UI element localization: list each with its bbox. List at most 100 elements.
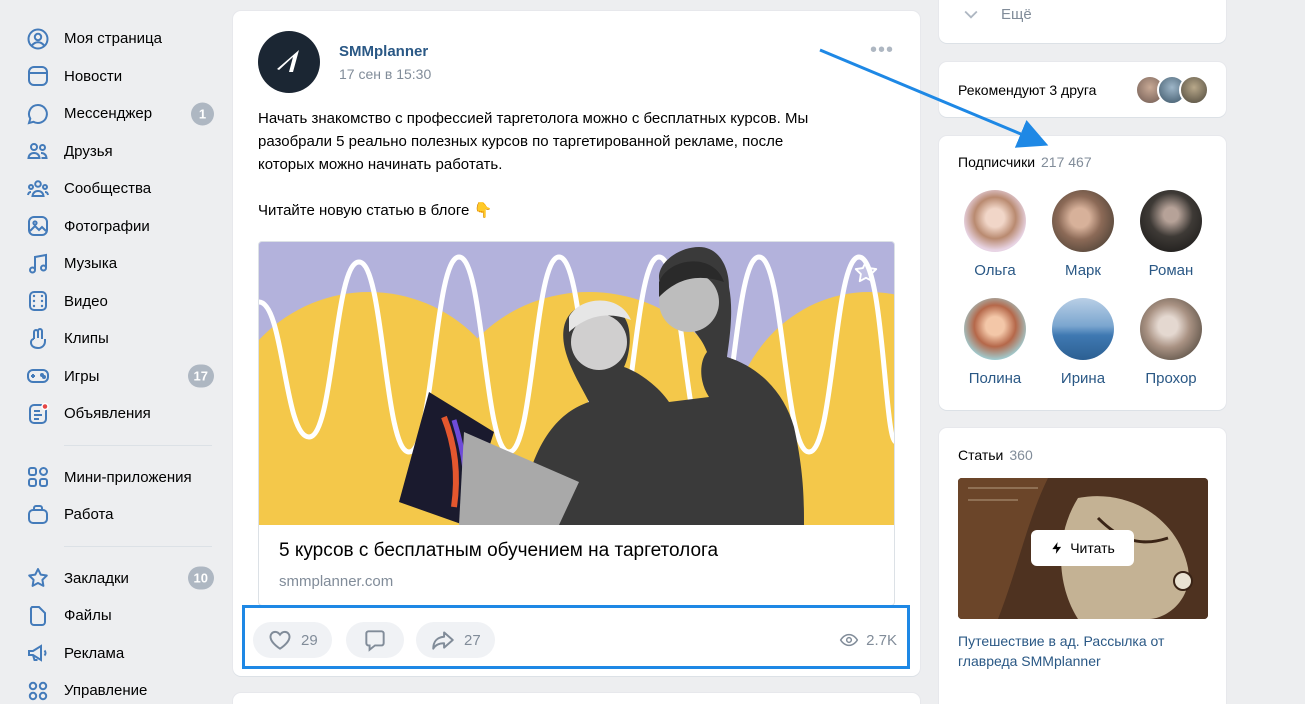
author-avatar[interactable] <box>258 31 320 93</box>
heart-icon <box>269 630 291 650</box>
article-title-link[interactable]: Путешествие в ад. Рассылка от главреда S… <box>958 631 1218 671</box>
subscribers-title-text: Подписчики <box>958 154 1036 170</box>
articles-block: Статьи 360 Читать Путешествие в ад. Рассы… <box>939 428 1226 704</box>
recommend-label: Рекомендуют 3 друга <box>958 82 1097 98</box>
sidebar-item-label: Реклама <box>64 644 125 662</box>
more-options-icon[interactable]: ••• <box>870 40 894 60</box>
article-cover[interactable]: Читать <box>958 478 1208 619</box>
articles-title[interactable]: Статьи 360 <box>958 447 1033 463</box>
sidebar-item-label: Объявления <box>64 405 151 423</box>
post-actions-highlight: 29 27 2.7K <box>242 605 910 669</box>
sidebar-item-label: Управление <box>64 682 148 700</box>
link-snippet[interactable]: 5 курсов с бесплатным обучением на тарге… <box>258 241 895 606</box>
sidebar-item-label: Новости <box>64 67 123 85</box>
sidebar-item-label: Видео <box>64 292 108 310</box>
subscriber-name: Роман <box>1148 262 1194 279</box>
subscriber-name: Марк <box>1065 262 1101 279</box>
sidebar-item-video[interactable]: Видео <box>24 283 224 321</box>
post-text-line: которых можно начинать работать. <box>258 156 503 173</box>
subscriber-name: Полина <box>968 370 1022 387</box>
chevron-down-icon <box>964 10 978 19</box>
message-icon <box>24 100 52 128</box>
sidebar-item-my-page[interactable]: Моя страница <box>24 20 224 58</box>
eye-icon <box>839 633 859 647</box>
sidebar-item-label: Файлы <box>64 607 112 625</box>
friends-recommend-block[interactable]: Рекомендуют 3 друга <box>939 62 1226 117</box>
subscribers-title[interactable]: Подписчики 217 467 <box>958 154 1092 170</box>
subscriber-item[interactable]: Полина <box>955 298 1035 387</box>
read-article-button[interactable]: Читать <box>1031 530 1134 566</box>
subscribers-block: Подписчики 217 467 Ольга Марк Роман Полин… <box>939 136 1226 410</box>
subscriber-item[interactable]: Ольга <box>955 190 1035 279</box>
comment-icon <box>365 630 385 652</box>
next-post <box>233 693 920 704</box>
avatar <box>1179 75 1209 105</box>
like-button[interactable]: 29 <box>253 622 332 658</box>
left-sidebar: Моя страница Новости Мессенджер 1 Друзья… <box>24 20 224 704</box>
avatar <box>1052 298 1114 360</box>
unread-badge: 1 <box>191 102 214 126</box>
subscriber-name: Ольга <box>974 262 1016 279</box>
subscriber-item[interactable]: Прохор <box>1131 298 1211 387</box>
articles-count: 360 <box>1009 447 1033 463</box>
sidebar-item-ads-board[interactable]: Объявления <box>24 395 224 433</box>
avatar <box>1140 298 1202 360</box>
post-date[interactable]: 17 сен в 15:30 <box>339 66 431 82</box>
games-badge: 17 <box>187 364 214 388</box>
gamepad-icon <box>24 362 52 390</box>
read-article-label: Читать <box>1070 540 1115 556</box>
post-author-link[interactable]: SMMplanner <box>339 43 428 60</box>
sidebar-item-label: Музыка <box>64 255 118 273</box>
subscribers-count: 217 467 <box>1041 154 1092 170</box>
sidebar-item-messenger[interactable]: Мессенджер 1 <box>24 95 224 133</box>
news-icon <box>24 62 52 90</box>
avatar <box>964 190 1026 252</box>
sidebar-item-bookmarks[interactable]: Закладки 10 <box>24 560 224 598</box>
share-button[interactable]: 27 <box>416 622 495 658</box>
avatar <box>1140 190 1202 252</box>
clips-icon <box>24 325 52 353</box>
sidebar-item-work[interactable]: Работа <box>24 496 224 534</box>
sidebar-item-mini-apps[interactable]: Мини-приложения <box>24 459 224 497</box>
sidebar-item-label: Сообщества <box>64 180 152 198</box>
sidebar-item-label: Фотографии <box>64 217 150 235</box>
sidebar-item-news[interactable]: Новости <box>24 58 224 96</box>
articles-title-text: Статьи <box>958 447 1004 463</box>
subscriber-item[interactable]: Роман <box>1131 190 1211 279</box>
subscriber-item[interactable]: Марк <box>1043 190 1123 279</box>
music-icon <box>24 250 52 278</box>
file-icon <box>24 602 52 630</box>
bookmarks-badge: 10 <box>187 566 214 590</box>
sidebar-item-advertising[interactable]: Реклама <box>24 635 224 673</box>
sidebar-item-label: Клипы <box>64 330 109 348</box>
comment-button[interactable] <box>346 622 404 658</box>
link-domain: smmplanner.com <box>279 573 394 590</box>
post-text: Начать знакомство с профессией таргетоло… <box>258 107 898 222</box>
bookmark-star-icon[interactable] <box>852 258 880 286</box>
more-block[interactable]: Ещё <box>939 0 1226 43</box>
video-icon <box>24 287 52 315</box>
sidebar-item-label: Мини-приложения <box>64 468 192 486</box>
sidebar-item-label: Друзья <box>64 142 113 160</box>
sidebar-item-photos[interactable]: Фотографии <box>24 208 224 246</box>
link-preview-image[interactable] <box>259 242 894 525</box>
sidebar-item-music[interactable]: Музыка <box>24 245 224 283</box>
sidebar-item-friends[interactable]: Друзья <box>24 133 224 171</box>
sidebar-item-clips[interactable]: Клипы <box>24 320 224 358</box>
share-count: 27 <box>464 631 481 649</box>
sidebar-item-label: Моя страница <box>64 30 162 48</box>
link-title[interactable]: 5 курсов с бесплатным обучением на тарге… <box>279 540 718 562</box>
megaphone-icon <box>24 639 52 667</box>
avatar <box>964 298 1026 360</box>
sidebar-item-files[interactable]: Файлы <box>24 597 224 635</box>
friends-icon <box>24 137 52 165</box>
manage-icon <box>24 677 52 704</box>
sidebar-item-communities[interactable]: Сообщества <box>24 170 224 208</box>
recommend-avatars <box>1135 75 1215 107</box>
sidebar-item-manage[interactable]: Управление <box>24 672 224 704</box>
photo-icon <box>24 212 52 240</box>
smmplanner-logo-icon <box>277 50 299 72</box>
subscriber-item[interactable]: Ирина <box>1043 298 1123 387</box>
post-text-line: Начать знакомство с профессией таргетоло… <box>258 110 809 127</box>
sidebar-item-games[interactable]: Игры 17 <box>24 358 224 396</box>
